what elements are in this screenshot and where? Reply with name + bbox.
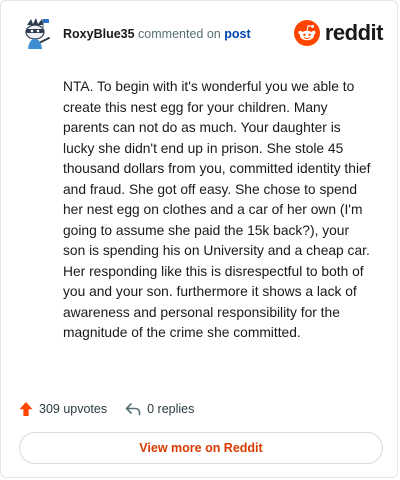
view-more-button[interactable]: View more on Reddit [19, 432, 383, 464]
reddit-brand[interactable]: reddit [293, 19, 384, 47]
reply-count: 0 replies [147, 402, 195, 416]
comment-stats: 309 upvotes 0 replies [19, 399, 194, 419]
comment-header: RoxyBlue35 commented on post reddit [19, 15, 384, 55]
upvote-arrow-icon [19, 402, 33, 416]
upvote-stat[interactable]: 309 upvotes [19, 401, 107, 417]
reddit-logo-icon [293, 20, 320, 46]
comment-card: RoxyBlue35 commented on post reddit NTA.… [0, 0, 398, 478]
avatar[interactable] [19, 15, 55, 51]
comment-body: NTA. To begin with it's wonderful you we… [63, 79, 371, 340]
reddit-wordmark: reddit [324, 20, 384, 45]
comment-byline: RoxyBlue35 commented on post [63, 26, 251, 42]
avatar-snoo-icon [19, 15, 55, 51]
upvote-count: 309 upvotes [39, 402, 108, 416]
post-link[interactable]: post [224, 27, 250, 41]
reply-stat[interactable]: 0 replies [125, 402, 194, 416]
username-link[interactable]: RoxyBlue35 [63, 27, 135, 41]
reply-arrow-icon [125, 403, 141, 416]
action-text: commented on [138, 27, 221, 41]
